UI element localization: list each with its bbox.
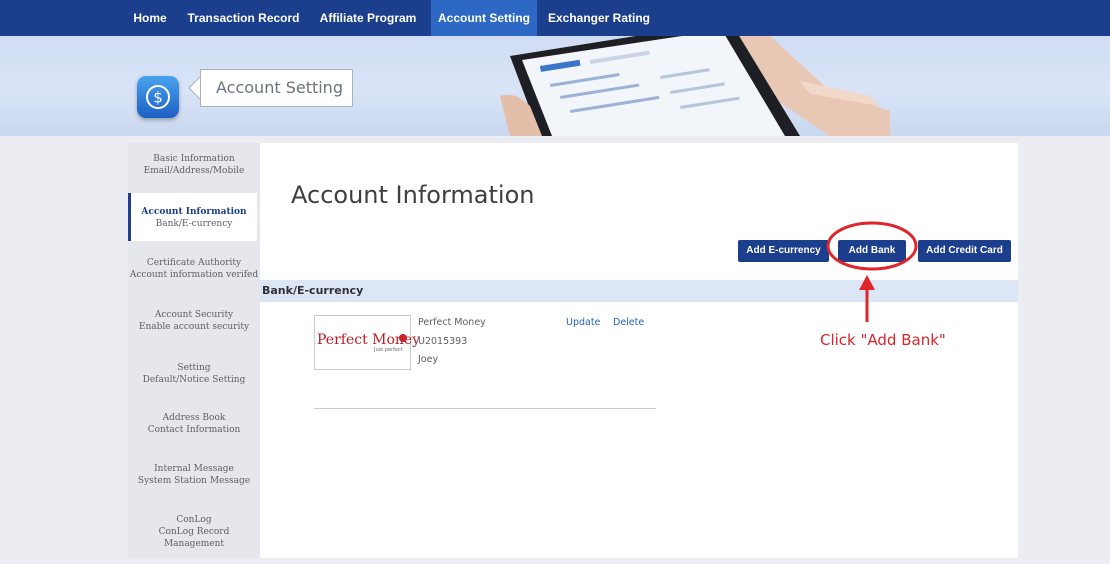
page-banner: $ Account Setting — [0, 36, 1110, 136]
sidebar-item-sub: Bank/E-currency — [155, 219, 233, 229]
sidebar-item-title: Internal Message — [154, 464, 234, 474]
delete-link[interactable]: Delete — [613, 317, 644, 328]
sidebar-item-internal-message[interactable]: Internal Message System Station Message — [128, 463, 260, 513]
top-navbar: Home Transaction Record Affiliate Progra… — [0, 0, 1110, 36]
nav-transaction-record[interactable]: Transaction Record — [186, 0, 301, 36]
sidebar-item-sub: Default/Notice Setting — [142, 375, 246, 385]
account-holder: Joey — [418, 354, 439, 365]
sidebar-item-title: ConLog — [176, 515, 212, 525]
sidebar-item-title: Account Information — [141, 207, 247, 217]
sidebar-item-title: Account Security — [154, 310, 234, 320]
sidebar-item-sub: Contact Information — [147, 425, 241, 435]
account-number: U2015393 — [418, 336, 468, 347]
page-title: Account Information — [291, 181, 535, 209]
sidebar-item-account-security[interactable]: Account Security Enable account security — [128, 309, 260, 359]
section-title: Bank/E-currency — [262, 284, 364, 297]
add-ecurrency-button[interactable]: Add E-currency — [738, 240, 829, 262]
section-header-bar — [260, 280, 1018, 302]
update-link[interactable]: Update — [566, 317, 600, 328]
dollar-coin-icon: $ — [137, 76, 179, 118]
sidebar-item-sub: Enable account security — [138, 322, 250, 332]
sidebar-item-sub: Email/Address/Mobile — [143, 166, 245, 176]
nav-account-setting[interactable]: Account Setting — [431, 0, 537, 36]
annotation-text: Click "Add Bank" — [820, 331, 946, 349]
sidebar-item-account-information[interactable]: Account Information Bank/E-currency — [128, 193, 257, 241]
sidebar-item-sub: System Station Message — [137, 476, 251, 486]
sidebar-item-sub: Account information verifed — [129, 270, 259, 280]
logo-dot-icon — [399, 334, 407, 342]
account-name: Perfect Money — [418, 317, 486, 328]
banner-title: Account Setting — [216, 78, 343, 97]
sidebar-item-title: Basic Information — [153, 154, 235, 164]
tablet-illustration — [500, 36, 890, 136]
nav-exchanger-rating[interactable]: Exchanger Rating — [545, 0, 653, 36]
sidebar-item-sub: ConLog Record Management — [158, 527, 230, 549]
add-credit-card-button[interactable]: Add Credit Card — [918, 240, 1011, 262]
svg-text:$: $ — [153, 89, 163, 107]
sidebar-item-title: Certificate Authority — [146, 258, 242, 268]
sidebar-item-setting[interactable]: Setting Default/Notice Setting — [128, 362, 260, 412]
add-bank-button[interactable]: Add Bank — [838, 240, 906, 262]
sidebar-item-title: Setting — [177, 363, 211, 373]
account-sidebar: Basic Information Email/Address/Mobile A… — [128, 143, 260, 558]
entry-divider — [314, 408, 656, 409]
logo-tagline: Just perfect — [374, 347, 403, 353]
sidebar-item-conlog[interactable]: ConLog ConLog Record Management — [128, 514, 260, 564]
sidebar-item-title: Address Book — [162, 413, 226, 423]
sidebar-item-address-book[interactable]: Address Book Contact Information — [128, 412, 260, 462]
nav-home[interactable]: Home — [124, 0, 176, 36]
sidebar-item-certificate-authority[interactable]: Certificate Authority Account informatio… — [128, 257, 260, 307]
nav-affiliate-program[interactable]: Affiliate Program — [313, 0, 423, 36]
